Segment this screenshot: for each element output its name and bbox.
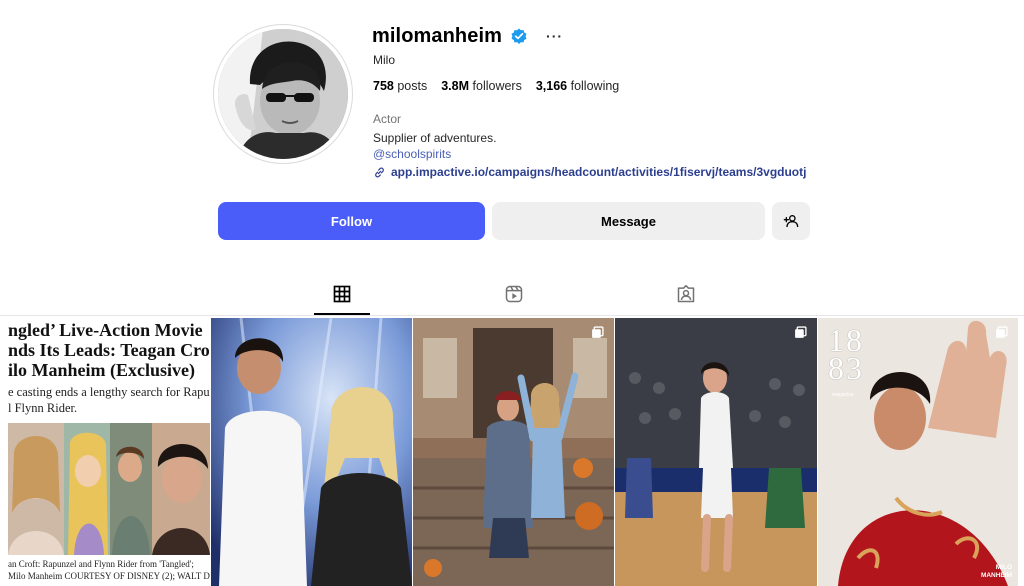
- post-article-collage: [8, 423, 210, 555]
- add-person-icon: [783, 215, 799, 228]
- bio-mention[interactable]: @schoolspirits: [373, 147, 451, 161]
- post-image-dance: [211, 318, 412, 586]
- tab-reels[interactable]: [486, 284, 542, 315]
- tab-posts[interactable]: [314, 284, 370, 315]
- username-row: milomanheim ···: [372, 24, 563, 48]
- carousel-icon: [795, 326, 807, 338]
- link-icon: [375, 167, 384, 177]
- magazine-credit: MILO MANHEIM: [980, 564, 1012, 579]
- posts-count: 758: [373, 79, 394, 93]
- bio-link[interactable]: app.impactive.io/campaigns/headcount/act…: [373, 165, 806, 179]
- following-stat[interactable]: 3,166 following: [536, 79, 619, 93]
- reels-icon: [505, 285, 523, 303]
- following-label: following: [570, 79, 620, 93]
- bio-link-text: app.impactive.io/campaigns/headcount/act…: [391, 165, 807, 179]
- post-tile[interactable]: [615, 318, 817, 586]
- post-tile[interactable]: 18 83 magazine MILO MANHEIM: [818, 318, 1018, 586]
- avatar-photo: [218, 29, 348, 159]
- category: Actor: [373, 112, 402, 126]
- posts-grid: ngled’ Live-Action Movie nds Its Leads: …: [8, 318, 1018, 586]
- post-article-caption: an Croft: Rapunzel and Flynn Rider from …: [8, 559, 210, 581]
- tab-tagged[interactable]: [658, 284, 714, 315]
- follow-button[interactable]: Follow: [218, 202, 485, 240]
- magazine-masthead: 18 83: [828, 322, 864, 386]
- post-article-headline: ngled’ Live-Action Movie nds Its Leads: …: [8, 320, 210, 380]
- posts-stat: 758 posts: [373, 79, 427, 93]
- carousel-icon: [592, 326, 604, 338]
- posts-label: posts: [397, 79, 428, 93]
- post-image-stoop: [413, 318, 614, 586]
- followers-count: 3.8M: [441, 79, 470, 93]
- username: milomanheim: [372, 24, 503, 47]
- full-name: Milo: [373, 53, 396, 67]
- followers-label: followers: [472, 79, 522, 93]
- post-article-dek: e casting ends a lengthy search for Rapu…: [8, 385, 210, 415]
- post-tile[interactable]: ngled’ Live-Action Movie nds Its Leads: …: [8, 318, 210, 586]
- bio: Supplier of adventures.: [373, 131, 497, 145]
- grid-icon: [333, 285, 351, 303]
- post-tile[interactable]: [413, 318, 614, 586]
- post-image-basketball: [615, 318, 817, 586]
- tabs-divider: [0, 315, 1024, 316]
- avatar[interactable]: [218, 29, 348, 159]
- tagged-icon: [677, 284, 695, 303]
- carousel-icon: [996, 326, 1008, 338]
- more-options-icon[interactable]: ···: [546, 28, 563, 44]
- post-tile[interactable]: [211, 318, 412, 586]
- magazine-subtitle: magazine: [832, 392, 854, 398]
- suggested-accounts-button[interactable]: [772, 202, 810, 240]
- following-count: 3,166: [535, 79, 568, 93]
- verified-badge-icon: [511, 28, 527, 44]
- profile-stats: 758 posts 3.8M followers 3,166 following: [373, 79, 619, 93]
- followers-stat[interactable]: 3.8M followers: [441, 79, 522, 93]
- message-button[interactable]: Message: [492, 202, 765, 240]
